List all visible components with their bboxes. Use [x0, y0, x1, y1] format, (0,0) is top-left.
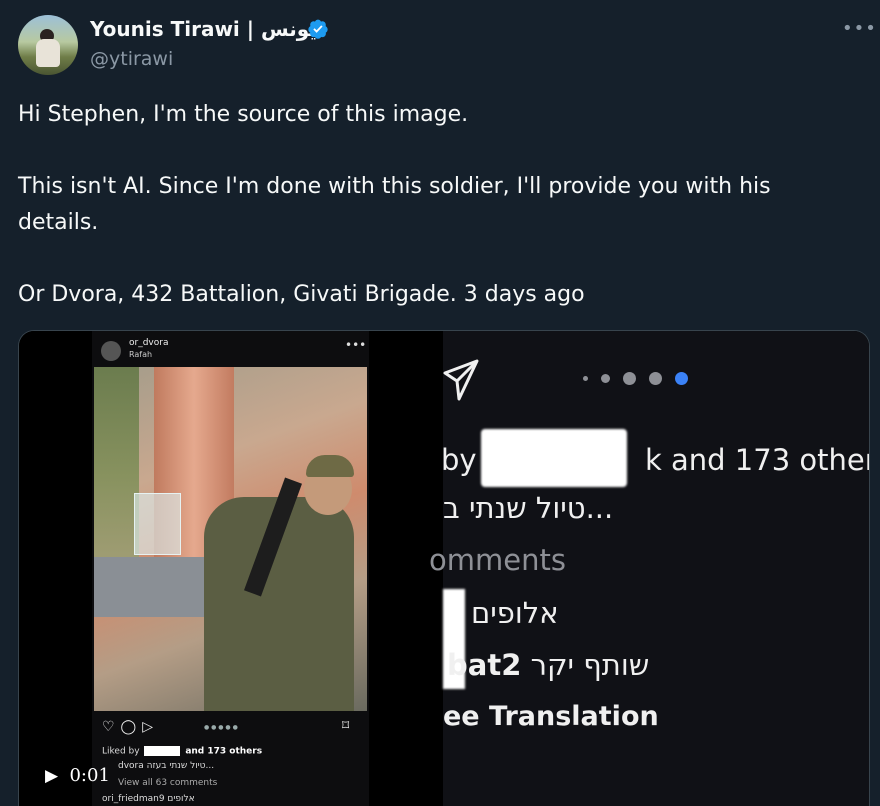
video-play-control[interactable]: ▶ 0:01	[45, 765, 110, 786]
tweet-media-video[interactable]: or_dvora Rafah ••• ♡◯▷ ● ● ● ● ● ⌑ Liked…	[18, 330, 870, 806]
zoomed-caption-panel: by k and 173 others טיול שנתי ב... ommen…	[429, 331, 870, 806]
ig-pagination-dots: ● ● ● ● ●	[204, 724, 238, 731]
pagination-dots	[583, 368, 696, 387]
pagination-dot	[623, 372, 637, 385]
ig-liked-suffix: and 173 others	[185, 746, 263, 757]
pagination-dot	[649, 372, 663, 385]
ig-more-icon: •••	[345, 338, 367, 352]
tweet-text: Hi Stephen, I'm the source of this image…	[18, 97, 848, 313]
zoomed-redacted-name	[481, 429, 627, 487]
pagination-dot	[583, 376, 588, 381]
zoomed-comment-1: אלופים	[471, 596, 559, 630]
photo-helmet	[306, 455, 354, 477]
verified-badge-icon	[308, 19, 328, 39]
ig-photo	[94, 367, 367, 711]
ig-comment-text: אלופים	[167, 794, 195, 804]
ig-redacted-name	[144, 746, 181, 756]
video-timestamp: 0:01	[69, 765, 110, 786]
author-name[interactable]: Younis Tirawi | يونس	[90, 17, 317, 41]
zoomed-see-translation: ee Translation	[443, 701, 659, 732]
zoomed-comment-2-user: bat2	[447, 648, 522, 682]
ig-liked-prefix: Liked by	[102, 746, 140, 757]
play-icon[interactable]: ▶	[45, 766, 58, 786]
ig-liked-by: Liked by and 173 others	[102, 746, 262, 757]
instagram-screenshot: or_dvora Rafah ••• ♡◯▷ ● ● ● ● ● ⌑ Liked…	[92, 331, 369, 806]
zoomed-comments-label: omments	[429, 543, 566, 577]
tweet-spacer	[18, 133, 848, 169]
zoomed-comment-2: bat2 שותף יקר	[447, 648, 649, 682]
pagination-dot-active	[675, 372, 689, 385]
ig-username: or_dvora	[129, 338, 169, 348]
avatar-figure	[36, 39, 60, 67]
tweet-paragraph: Hi Stephen, I'm the source of this image…	[18, 102, 469, 127]
zoomed-liked-suffix: and 173 others	[671, 443, 870, 477]
ig-view-comments: View all 63 comments	[118, 778, 218, 788]
ig-caption-user: dvora	[118, 761, 144, 771]
zoomed-liked-suffix-a: k	[645, 443, 672, 477]
tweet-paragraph: Or Dvora, 432 Battalion, Givati Brigade.…	[18, 282, 585, 307]
ig-caption-text: טיול שנתי בעזה...	[146, 761, 215, 771]
more-options-icon[interactable]: •••	[842, 18, 877, 39]
tweet-spacer	[18, 241, 848, 277]
author-avatar[interactable]	[18, 15, 78, 75]
zoomed-caption: טיול שנתי ב...	[443, 491, 614, 525]
ig-caption: dvora טיול שנתי בעזה...	[118, 761, 214, 771]
ig-comment-user: ori_friedman9	[102, 794, 165, 804]
ig-bookmark-icon: ⌑	[342, 718, 350, 734]
pagination-dot	[601, 374, 611, 383]
tweet-paragraph: This isn't AI. Since I'm done with this …	[18, 174, 771, 235]
photo-window	[94, 367, 139, 587]
ig-comment: ori_friedman9 אלופים	[102, 794, 195, 804]
ig-action-icons: ♡◯▷	[102, 719, 159, 735]
ig-avatar	[101, 341, 121, 361]
send-icon	[443, 359, 479, 401]
photo-tank	[134, 493, 181, 555]
ig-location: Rafah	[129, 350, 153, 359]
zoomed-comment-2-text: שותף יקר	[530, 648, 650, 682]
author-handle[interactable]: @ytirawi	[90, 48, 173, 70]
zoomed-liked-prefix: by	[441, 443, 477, 477]
